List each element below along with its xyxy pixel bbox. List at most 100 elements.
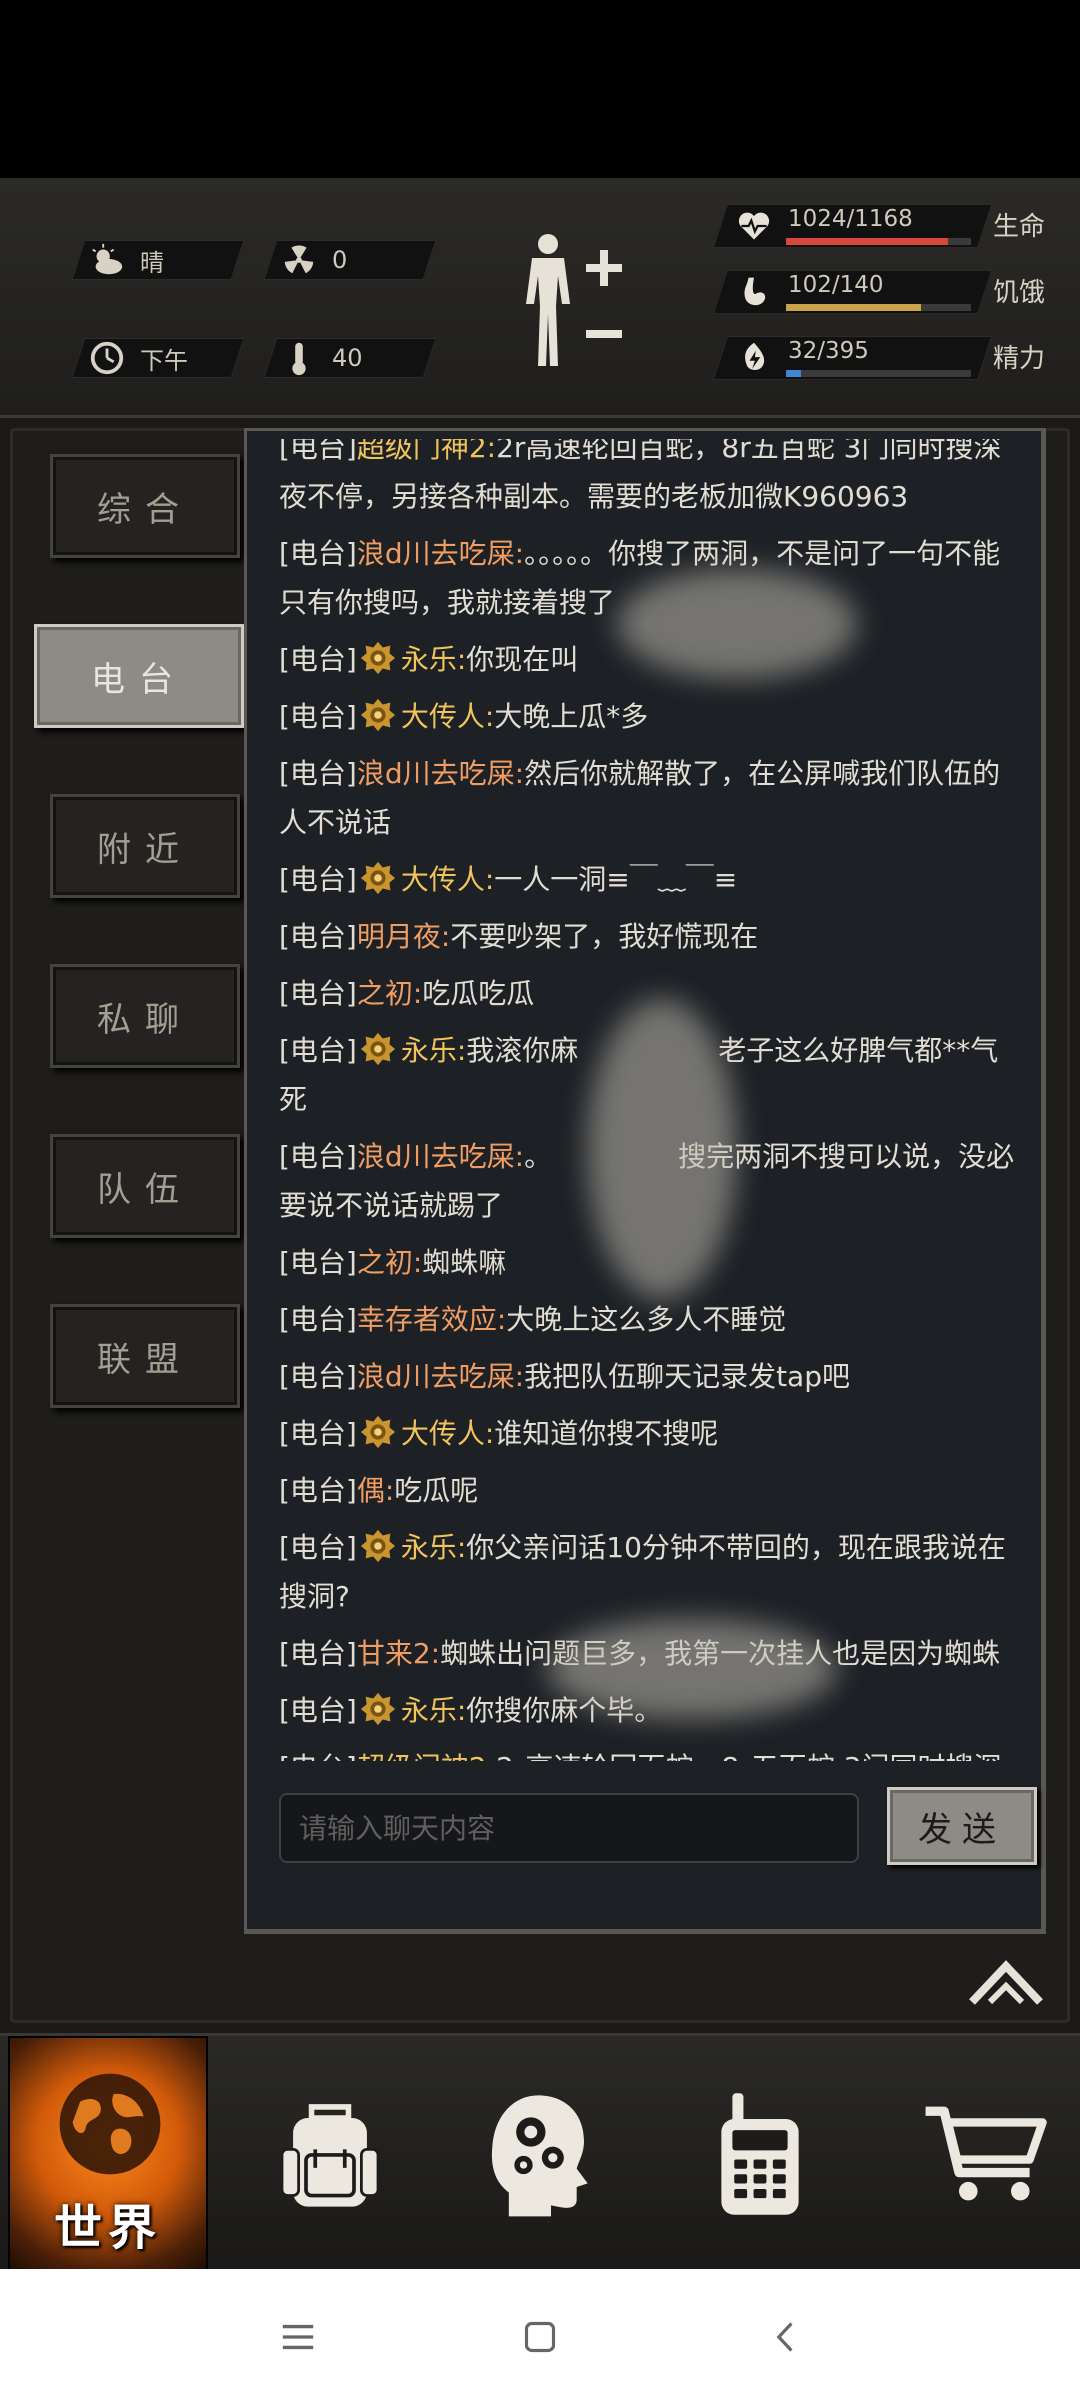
message-username[interactable]: 永乐: — [401, 1694, 466, 1727]
tab-nearby-label: 附近 — [97, 829, 193, 870]
message-username[interactable]: 大传人: — [401, 700, 494, 733]
human-body-icon — [526, 234, 570, 366]
channel-tag: [电台] — [279, 700, 357, 733]
hunger-label: 饥饿 — [993, 278, 1046, 308]
vip-badge-icon — [360, 1032, 395, 1066]
nav-radio[interactable] — [680, 2036, 840, 2272]
message-text: 吃瓜呢 — [394, 1474, 479, 1507]
chat-message: [电台]超级门神2:2r高速轮回百蛇，8r五百蛇 3门同时搜深夜不停，另接各种副… — [279, 439, 1019, 529]
message-username[interactable]: 浪d川去吃屎: — [357, 537, 524, 570]
message-username[interactable]: 大传人: — [401, 863, 494, 896]
vip-badge-icon — [360, 861, 395, 895]
channel-tag: [电台] — [279, 537, 357, 570]
channel-tag: [电台] — [279, 1751, 357, 1761]
health-label: 生命 — [993, 212, 1046, 242]
tab-alliance-label: 联盟 — [97, 1339, 193, 1380]
message-username[interactable]: 偶: — [357, 1474, 394, 1507]
message-username[interactable]: 永乐: — [401, 1531, 466, 1564]
chat-message: [电台]浪d川去吃屎:然后你就解散了，在公屏喊我们队伍的人不说话 — [279, 749, 1019, 855]
heart-pulse-icon — [738, 212, 770, 240]
message-username[interactable]: 浪d川去吃屎: — [357, 1360, 524, 1393]
message-text: 大晚上这么多人不睡觉 — [506, 1303, 787, 1336]
channel-tag: [电台] — [279, 1360, 357, 1393]
vip-badge-icon — [360, 1415, 395, 1449]
bottom-nav: 世界 — [0, 2033, 1080, 2272]
nav-shop[interactable] — [900, 2036, 1070, 2272]
nav-skills[interactable] — [460, 2036, 620, 2272]
message-username[interactable]: 甘来2: — [357, 1637, 440, 1670]
health-bar: 1024/1168 生命 — [712, 200, 1065, 252]
message-username[interactable]: 超级门神2: — [357, 439, 496, 464]
sun-cloud-icon — [92, 243, 123, 275]
globe-icon — [59, 2073, 161, 2175]
tab-general[interactable]: 综合 — [50, 454, 240, 558]
message-username[interactable]: 超级门神2: — [357, 1751, 496, 1761]
stomach-icon — [744, 277, 766, 306]
tab-general-label: 综合 — [97, 489, 193, 530]
body-status-button[interactable] — [518, 230, 628, 390]
message-username[interactable]: 之初: — [357, 1246, 422, 1279]
vip-badge-icon — [360, 641, 395, 675]
vip-badge-icon — [360, 1692, 395, 1726]
channel-tag: [电台] — [279, 439, 357, 464]
radiation-value: 0 — [332, 246, 348, 274]
back-chevron-icon — [776, 2322, 793, 2352]
tab-alliance[interactable]: 联盟 — [50, 1304, 240, 1408]
nav-world-label: 世界 — [53, 2200, 162, 2256]
message-username[interactable]: 永乐: — [401, 1034, 466, 1067]
channel-tag: [电台] — [279, 1637, 357, 1670]
channel-tag: [电台] — [279, 920, 357, 953]
message-username[interactable]: 之初: — [357, 977, 422, 1010]
collapse-chevron-icon[interactable] — [966, 1954, 1046, 2014]
message-username[interactable]: 幸存者效应: — [357, 1303, 506, 1336]
energy-label: 精力 — [993, 344, 1046, 374]
chat-message: [电台] 大传人:一人一洞≡￣﹏￣≡ — [279, 855, 1019, 912]
tab-radio[interactable]: 电台 — [34, 624, 244, 728]
tab-private[interactable]: 私聊 — [50, 964, 240, 1068]
message-list[interactable]: [电台]超级门神2:2r高速轮回百蛇，8r五百蛇 3门同时搜深夜不停，另接各种副… — [247, 439, 1043, 1761]
channel-tag: [电台] — [279, 977, 357, 1010]
message-username[interactable]: 明月夜: — [357, 920, 450, 953]
message-username[interactable]: 大传人: — [401, 1417, 494, 1450]
tab-team-label: 队伍 — [97, 1169, 193, 1210]
tab-team[interactable]: 队伍 — [50, 1134, 240, 1238]
head-gears-icon — [491, 2095, 588, 2217]
chat-message: [电台]偶:吃瓜呢 — [279, 1466, 1019, 1523]
health-value: 1024/1168 — [788, 206, 913, 232]
back-button[interactable] — [746, 2297, 826, 2377]
radiation-icon — [284, 245, 314, 274]
nav-world[interactable]: 世界 — [8, 2036, 208, 2272]
send-button-label: 发送 — [918, 1809, 1006, 1850]
message-username[interactable]: 浪d川去吃屎: — [357, 757, 524, 790]
home-button[interactable] — [500, 2297, 580, 2377]
message-username[interactable]: 浪d川去吃屎: — [357, 1140, 524, 1173]
message-text: 一人一洞≡￣﹏￣≡ — [494, 863, 738, 896]
message-text: 吃瓜吃瓜 — [422, 977, 535, 1010]
system-nav-bar — [0, 2269, 1080, 2400]
home-square-icon — [524, 2321, 556, 2353]
channel-tag: [电台] — [279, 1694, 357, 1727]
message-username[interactable]: 永乐: — [401, 643, 466, 676]
message-text: 不要吵架了，我好慌现在 — [450, 920, 759, 953]
energy-value: 32/395 — [788, 338, 869, 364]
plus-icon — [586, 250, 622, 286]
tab-private-label: 私聊 — [97, 999, 193, 1040]
chat-message: [电台]明月夜:不要吵架了，我好慌现在 — [279, 912, 1019, 969]
nav-backpack[interactable] — [250, 2036, 410, 2272]
chat-panel: [电台]超级门神2:2r高速轮回百蛇，8r五百蛇 3门同时搜深夜不停，另接各种副… — [244, 428, 1046, 1934]
cart-icon — [925, 2106, 1047, 2201]
chat-input[interactable] — [279, 1793, 859, 1863]
energy-icon — [745, 342, 765, 370]
chat-message: [电台] 永乐:你父亲问话10分钟不带回的，现在跟我说在搜洞? — [279, 1523, 1019, 1629]
menu-button[interactable] — [258, 2297, 338, 2377]
tab-radio-label: 电台 — [91, 659, 187, 700]
channel-tag: [电台] — [279, 1303, 357, 1336]
status-panel: 晴 0 下午 40 1024/1168 生命 102/140 饥饿 32/395… — [0, 178, 1080, 418]
chat-message: [电台] 大传人:谁知道你搜不搜呢 — [279, 1409, 1019, 1466]
tab-nearby[interactable]: 附近 — [50, 794, 240, 898]
channel-tag: [电台] — [279, 1246, 357, 1279]
energy-fill — [786, 370, 801, 377]
vip-badge-icon — [360, 698, 395, 732]
chat-input-row: 发送 — [247, 1761, 1043, 1931]
send-button[interactable]: 发送 — [887, 1787, 1037, 1865]
